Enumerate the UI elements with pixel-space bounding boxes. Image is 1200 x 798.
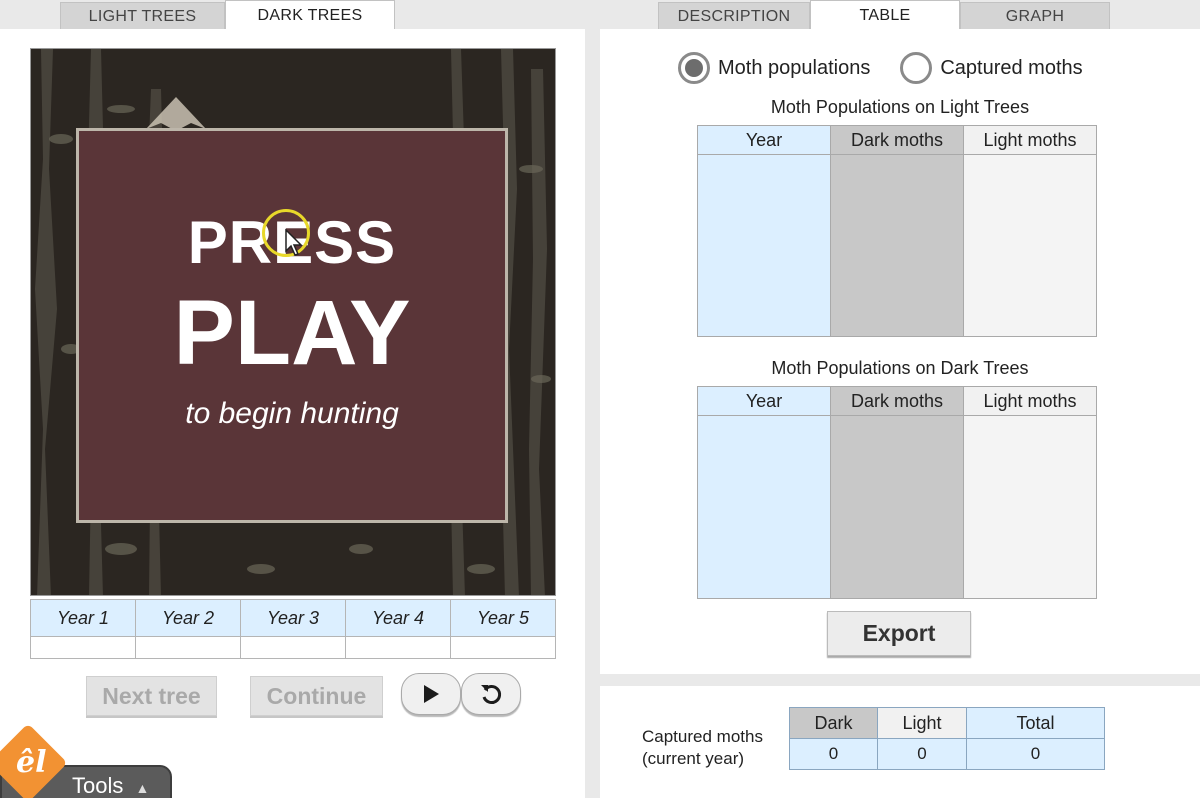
column-header: Dark [789,707,878,739]
data-tabs: DESCRIPTION TABLE GRAPH [658,0,1110,30]
year-value [240,636,346,659]
chevron-up-icon: ▲ [135,780,150,796]
table-cell [697,154,831,337]
column-header: Year [697,386,831,416]
captured-light-value: 0 [877,738,967,770]
year-value [345,636,451,659]
year-label: Year 4 [345,599,451,637]
hunting-text: to begin hunting [185,397,399,430]
column-header: Light moths [963,125,1097,155]
year-value [135,636,241,659]
column-header: Year [697,125,831,155]
year-value [30,636,136,659]
column-header: Light [877,707,967,739]
light-trees-table: Year Dark moths Light moths [697,125,1097,337]
tab-graph[interactable]: GRAPH [960,2,1110,30]
radio-label: Moth populations [718,56,871,79]
table-panel: Moth populations Captured moths Moth Pop… [600,29,1200,674]
captured-label-line2: (current year) [642,749,745,768]
table-cell [830,415,964,599]
year-label: Year 5 [450,599,556,637]
tab-description[interactable]: DESCRIPTION [658,2,810,30]
dark-trees-table-title: Moth Populations on Dark Trees [771,358,1029,378]
cursor-icon [285,229,303,256]
table-cell [697,415,831,599]
dark-trees-table: Year Dark moths Light moths [697,386,1097,599]
tools-label: Tools [72,773,124,798]
captured-total-value: 0 [966,738,1105,770]
captured-table: Dark Light Total 0 0 0 [789,707,1105,770]
tree-tabs: LIGHT TREES DARK TREES [60,0,395,30]
captured-label: Captured moths (current year) [642,726,763,770]
radio-moth-populations[interactable] [678,52,710,84]
tab-dark-trees[interactable]: DARK TREES [225,0,395,30]
view-toggle: Moth populations Captured moths [678,52,1083,84]
captured-label-line1: Captured moths [642,727,763,746]
year-value [450,636,556,659]
press-play-overlay[interactable]: PRESS PLAY to begin hunting [76,128,508,523]
light-trees-table-title: Moth Populations on Light Trees [770,97,1030,117]
column-header: Dark moths [830,386,964,416]
tree-scene[interactable]: PRESS PLAY to begin hunting [30,48,556,596]
year-label: Year 2 [135,599,241,637]
table-cell [963,154,1097,337]
tab-table[interactable]: TABLE [810,0,960,30]
radio-label: Captured moths [940,56,1083,79]
column-header: Total [966,707,1105,739]
year-table: Year 1 Year 2 Year 3 Year 4 Year 5 [30,599,556,659]
column-header: Light moths [963,386,1097,416]
gizmo-logo-mark: êl [16,745,47,780]
continue-button[interactable]: Continue [250,676,383,716]
captured-dark-value: 0 [789,738,878,770]
play-button[interactable] [401,673,461,715]
reset-button[interactable] [461,673,521,715]
radio-captured-moths[interactable] [900,52,933,84]
export-button[interactable]: Export [827,611,971,656]
year-label: Year 1 [30,599,136,637]
play-icon [424,685,439,703]
captured-panel: Captured moths (current year) Dark Light… [600,686,1200,798]
play-text: PLAY [173,282,411,384]
tab-light-trees[interactable]: LIGHT TREES [60,2,225,30]
reset-icon [481,685,502,704]
table-cell [830,154,964,337]
table-cell [963,415,1097,599]
column-header: Dark moths [830,125,964,155]
next-tree-button[interactable]: Next tree [86,676,217,716]
year-label: Year 3 [240,599,346,637]
